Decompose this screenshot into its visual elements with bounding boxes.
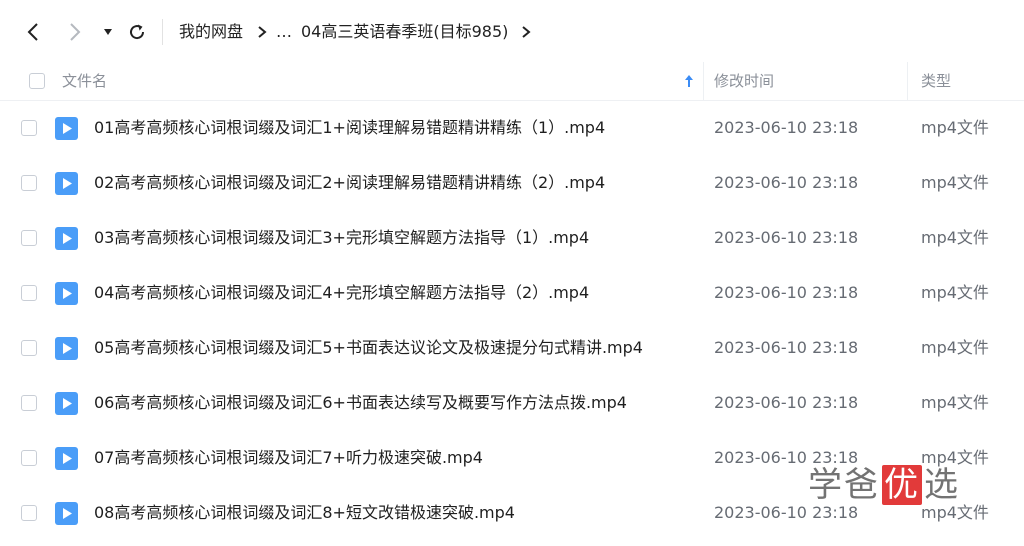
toolbar: 我的网盘 … 04高三英语春季班(目标985) [0,0,1024,62]
breadcrumb-separator-icon [522,26,531,38]
video-file-icon [55,392,78,415]
video-file-icon [55,447,78,470]
row-checkbox[interactable] [21,340,37,356]
breadcrumb-ellipsis[interactable]: … [276,21,292,43]
file-name[interactable]: 07高考高频核心词根词缀及词汇7+听力极速突破.mp4 [94,447,483,469]
file-row[interactable]: 03高考高频核心词根词缀及词汇3+完形填空解题方法指导（1）.mp4 2023-0… [0,211,1024,266]
watermark-badge: 优 [882,465,922,505]
file-name[interactable]: 01高考高频核心词根词缀及词汇1+阅读理解易错题精讲精练（1）.mp4 [94,117,605,139]
forward-button[interactable] [62,19,88,45]
row-checkbox[interactable] [21,230,37,246]
watermark-text: 选 [924,465,960,505]
breadcrumb-separator-icon [258,26,267,38]
row-checkbox[interactable] [21,285,37,301]
back-button[interactable] [20,19,46,45]
breadcrumb-current[interactable]: 04高三英语春季班(目标985) [301,21,508,43]
caret-down-icon [104,29,112,35]
column-header-type[interactable]: 类型 [921,71,951,91]
file-name[interactable]: 03高考高频核心词根词缀及词汇3+完形填空解题方法指导（1）.mp4 [94,227,589,249]
video-file-icon [55,282,78,305]
video-file-icon [55,172,78,195]
chevron-left-icon [27,23,38,41]
file-modified-time: 2023-06-10 23:18 [714,283,859,302]
file-type: mp4文件 [921,283,989,302]
history-dropdown-button[interactable] [95,19,121,45]
file-type: mp4文件 [921,503,989,522]
refresh-icon [130,24,145,40]
file-type: mp4文件 [921,118,989,137]
toolbar-divider [162,19,163,45]
row-checkbox[interactable] [21,120,37,136]
column-divider[interactable] [703,62,704,100]
video-file-icon [55,337,78,360]
file-modified-time: 2023-06-10 23:18 [714,228,859,247]
chevron-right-icon [70,23,81,41]
file-type: mp4文件 [921,228,989,247]
file-name[interactable]: 06高考高频核心词根词缀及词汇6+书面表达续写及概要写作方法点拨.mp4 [94,392,627,414]
row-checkbox[interactable] [21,175,37,191]
column-header-name[interactable]: 文件名 [62,71,107,91]
file-modified-time: 2023-06-10 23:18 [714,173,859,192]
refresh-button[interactable] [124,19,150,45]
watermark-text: 学爸 [808,465,880,505]
file-modified-time: 2023-06-10 23:18 [714,338,859,357]
row-checkbox[interactable] [21,450,37,466]
file-type: mp4文件 [921,338,989,357]
file-name[interactable]: 04高考高频核心词根词缀及词汇4+完形填空解题方法指导（2）.mp4 [94,282,589,304]
row-checkbox[interactable] [21,505,37,521]
file-row[interactable]: 06高考高频核心词根词缀及词汇6+书面表达续写及概要写作方法点拨.mp4 2023… [0,376,1024,431]
file-name[interactable]: 08高考高频核心词根词缀及词汇8+短文改错极速突破.mp4 [94,502,515,524]
sort-ascending-icon[interactable] [684,74,694,88]
breadcrumb-root[interactable]: 我的网盘 [179,21,243,43]
file-row[interactable]: 02高考高频核心词根词缀及词汇2+阅读理解易错题精讲精练（2）.mp4 2023-… [0,156,1024,211]
file-modified-time: 2023-06-10 23:18 [714,503,859,522]
file-row[interactable]: 05高考高频核心词根词缀及词汇5+书面表达议论文及极速提分句式精讲.mp4 202… [0,321,1024,376]
file-type: mp4文件 [921,173,989,192]
video-file-icon [55,117,78,140]
file-row[interactable]: 01高考高频核心词根词缀及词汇1+阅读理解易错题精讲精练（1）.mp4 2023-… [0,101,1024,156]
watermark-logo: 学爸 优 选 [808,465,960,505]
column-header-modified[interactable]: 修改时间 [714,71,774,91]
file-type: mp4文件 [921,393,989,412]
file-row[interactable]: 04高考高频核心词根词缀及词汇4+完形填空解题方法指导（2）.mp4 2023-0… [0,266,1024,321]
row-checkbox[interactable] [21,395,37,411]
file-modified-time: 2023-06-10 23:18 [714,118,859,137]
select-all-checkbox[interactable] [29,73,45,89]
file-modified-time: 2023-06-10 23:18 [714,393,859,412]
video-file-icon [55,227,78,250]
file-name[interactable]: 02高考高频核心词根词缀及词汇2+阅读理解易错题精讲精练（2）.mp4 [94,172,605,194]
file-list-header: 文件名 修改时间 类型 [0,62,1024,101]
video-file-icon [55,502,78,525]
file-name[interactable]: 05高考高频核心词根词缀及词汇5+书面表达议论文及极速提分句式精讲.mp4 [94,337,643,359]
column-divider[interactable] [907,62,908,100]
